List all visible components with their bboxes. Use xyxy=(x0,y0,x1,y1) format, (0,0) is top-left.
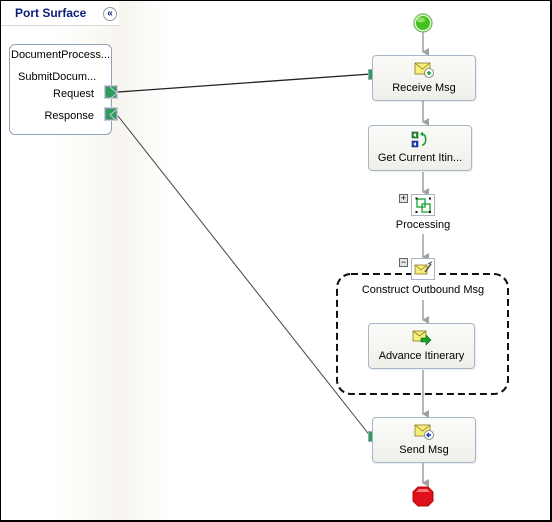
get-current-itinerary-shape[interactable]: Get Current Itin... xyxy=(368,125,472,171)
processing-label: Processing xyxy=(395,219,451,231)
message-assignment-icon xyxy=(412,330,431,346)
advance-itinerary-label: Advance Itinerary xyxy=(378,350,465,362)
receive-msg-shape[interactable]: Receive Msg xyxy=(372,55,476,101)
construct-message-shape[interactable] xyxy=(411,258,435,280)
orchestration-designer: Port Surface « DocumentProcess... Submit… xyxy=(0,0,552,522)
start-shape[interactable] xyxy=(413,13,433,33)
call-orchestration-icon xyxy=(411,131,427,148)
send-message-icon xyxy=(414,424,434,440)
receive-msg-label: Receive Msg xyxy=(392,82,456,94)
construct-message-icon xyxy=(414,261,433,275)
collapse-toggle[interactable]: − xyxy=(399,258,408,267)
request-binding-line xyxy=(117,73,372,93)
processing-group-shape[interactable] xyxy=(411,194,435,216)
receive-message-icon xyxy=(414,62,434,78)
send-msg-shape[interactable]: Send Msg xyxy=(372,417,476,463)
send-msg-label: Send Msg xyxy=(399,444,449,456)
end-shape[interactable] xyxy=(412,486,434,507)
expand-toggle[interactable]: + xyxy=(399,194,408,203)
get-current-itinerary-label: Get Current Itin... xyxy=(377,152,463,164)
response-binding-line xyxy=(117,115,372,438)
group-icon xyxy=(415,197,431,213)
construct-outbound-msg-label: Construct Outbound Msg xyxy=(361,284,485,296)
advance-itinerary-shape[interactable]: Advance Itinerary xyxy=(368,323,475,369)
